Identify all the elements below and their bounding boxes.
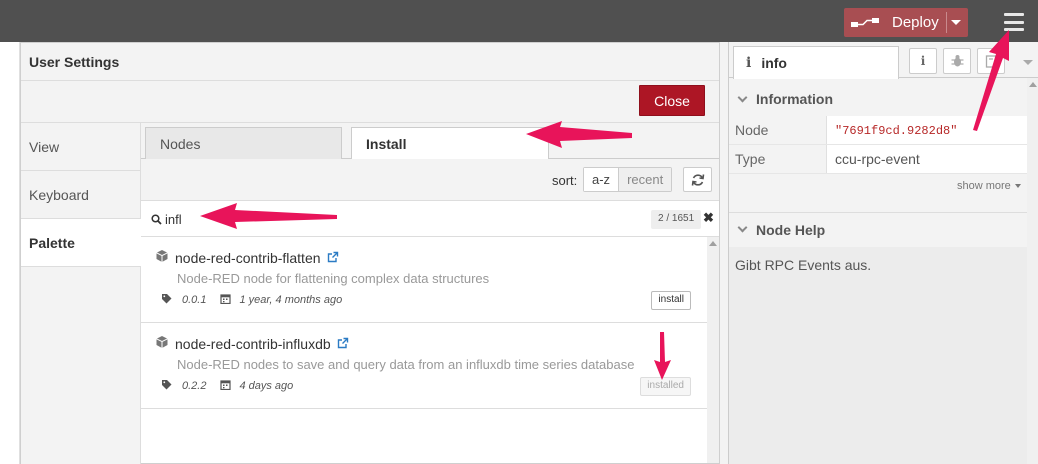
clear-search-icon[interactable]: ✖ bbox=[703, 210, 714, 226]
result-count-badge: 2 / 1651 bbox=[651, 210, 702, 229]
sort-bar: sort: a-z recent bbox=[141, 159, 719, 201]
search-icon bbox=[151, 212, 162, 228]
dialog-toolbar: Close bbox=[21, 81, 719, 123]
dialog-title: User Settings bbox=[21, 43, 719, 81]
nav-item-keyboard[interactable]: Keyboard bbox=[21, 171, 140, 219]
deploy-separator bbox=[946, 12, 947, 33]
info-icon: i bbox=[920, 54, 926, 68]
node-help-heading: Node Help bbox=[756, 221, 826, 238]
list-item: node-red-contrib-flatten Node-RED node f… bbox=[141, 237, 707, 323]
scroll-up-icon[interactable] bbox=[709, 241, 717, 246]
node-help-body: Gibt RPC Events aus. bbox=[729, 247, 1027, 464]
show-more-link[interactable]: show more bbox=[957, 180, 1021, 192]
results-list: node-red-contrib-flatten Node-RED node f… bbox=[141, 237, 707, 463]
show-more-label: show more bbox=[957, 180, 1011, 192]
palette-content: Nodes Install sort: a-z recent infl 2 / … bbox=[141, 123, 719, 463]
install-button[interactable]: install bbox=[651, 291, 691, 310]
tab-info-label: info bbox=[761, 55, 787, 71]
deploy-flow-icon bbox=[848, 8, 882, 37]
info-tab-icon-button[interactable]: i bbox=[909, 48, 937, 74]
table-row: Type ccu-rpc-event bbox=[729, 145, 1027, 174]
search-input[interactable] bbox=[165, 207, 565, 231]
user-settings-dialog: User Settings Close View Keyboard Palett… bbox=[20, 42, 720, 464]
settings-nav: View Keyboard Palette bbox=[21, 123, 141, 464]
results-scrollbar[interactable] bbox=[707, 237, 719, 463]
search-row: 2 / 1651 ✖ bbox=[141, 201, 719, 237]
external-link-icon[interactable] bbox=[327, 250, 339, 266]
package-description: Node-RED nodes to save and query data fr… bbox=[177, 357, 635, 372]
sidebar-scrollbar[interactable] bbox=[1027, 78, 1038, 464]
tab-nodes[interactable]: Nodes bbox=[145, 127, 342, 160]
package-updated: 4 days ago bbox=[239, 380, 294, 392]
deploy-button[interactable]: Deploy bbox=[844, 8, 968, 37]
sidebar-tabs: i info i bbox=[729, 42, 1038, 79]
workspace-edge bbox=[0, 42, 20, 464]
chevron-down-icon bbox=[737, 222, 748, 233]
information-heading: Information bbox=[756, 91, 833, 107]
calendar-icon bbox=[220, 293, 232, 307]
tab-install[interactable]: Install bbox=[351, 127, 549, 160]
nav-item-view[interactable]: View bbox=[21, 123, 140, 171]
config-book-icon[interactable] bbox=[977, 48, 1005, 74]
tag-icon bbox=[161, 379, 172, 393]
nav-item-palette[interactable]: Palette bbox=[21, 219, 141, 267]
node-help-section-header[interactable]: Node Help bbox=[729, 212, 1038, 246]
sort-label: sort: bbox=[552, 173, 578, 188]
information-section-header[interactable]: Information bbox=[729, 82, 1038, 116]
refresh-icon[interactable] bbox=[683, 167, 712, 192]
table-row: Node "7691f9cd.9282d8" bbox=[729, 116, 1027, 145]
sort-toggle: a-z recent bbox=[583, 167, 673, 192]
tag-icon bbox=[161, 293, 172, 307]
prop-value: ccu-rpc-event bbox=[835, 151, 920, 167]
close-button[interactable]: Close bbox=[639, 85, 705, 116]
deploy-dropdown-icon[interactable] bbox=[951, 20, 961, 25]
info-sidebar: i info i Information Node "7691f9cd.9282… bbox=[728, 42, 1038, 464]
info-properties-table: Node "7691f9cd.9282d8" Type ccu-rpc-even… bbox=[729, 116, 1027, 174]
info-icon: i bbox=[746, 55, 752, 71]
package-icon bbox=[155, 249, 169, 266]
package-name: node-red-contrib-flatten bbox=[175, 249, 321, 266]
list-item: node-red-contrib-influxdb Node-RED nodes… bbox=[141, 323, 707, 409]
sort-az-button[interactable]: a-z bbox=[584, 168, 620, 191]
package-description: Node-RED node for flattening complex dat… bbox=[177, 271, 490, 286]
prop-value: "7691f9cd.9282d8" bbox=[835, 124, 958, 138]
palette-tabs: Nodes Install bbox=[141, 123, 719, 160]
external-link-icon[interactable] bbox=[337, 336, 349, 352]
package-icon bbox=[155, 335, 169, 352]
chevron-down-icon bbox=[737, 92, 748, 102]
package-updated: 1 year, 4 months ago bbox=[239, 294, 343, 306]
package-version: 0.2.2 bbox=[182, 380, 207, 392]
sort-recent-button[interactable]: recent bbox=[619, 168, 672, 191]
package-name: node-red-contrib-influxdb bbox=[175, 335, 331, 352]
calendar-icon bbox=[220, 379, 232, 393]
scroll-up-icon[interactable] bbox=[1029, 82, 1037, 87]
prop-key: Node bbox=[729, 116, 827, 144]
sidebar-more-dropdown-icon[interactable] bbox=[1023, 60, 1033, 65]
installed-button: installed bbox=[640, 377, 691, 396]
deploy-label: Deploy bbox=[892, 14, 939, 31]
hamburger-menu-icon[interactable] bbox=[1000, 10, 1028, 34]
app-header: Deploy bbox=[0, 0, 1038, 42]
package-version: 0.0.1 bbox=[182, 294, 207, 306]
chevron-down-icon bbox=[1014, 184, 1021, 189]
debug-bug-icon[interactable] bbox=[943, 48, 971, 74]
tab-info[interactable]: i info bbox=[733, 46, 899, 79]
prop-key: Type bbox=[729, 145, 827, 173]
